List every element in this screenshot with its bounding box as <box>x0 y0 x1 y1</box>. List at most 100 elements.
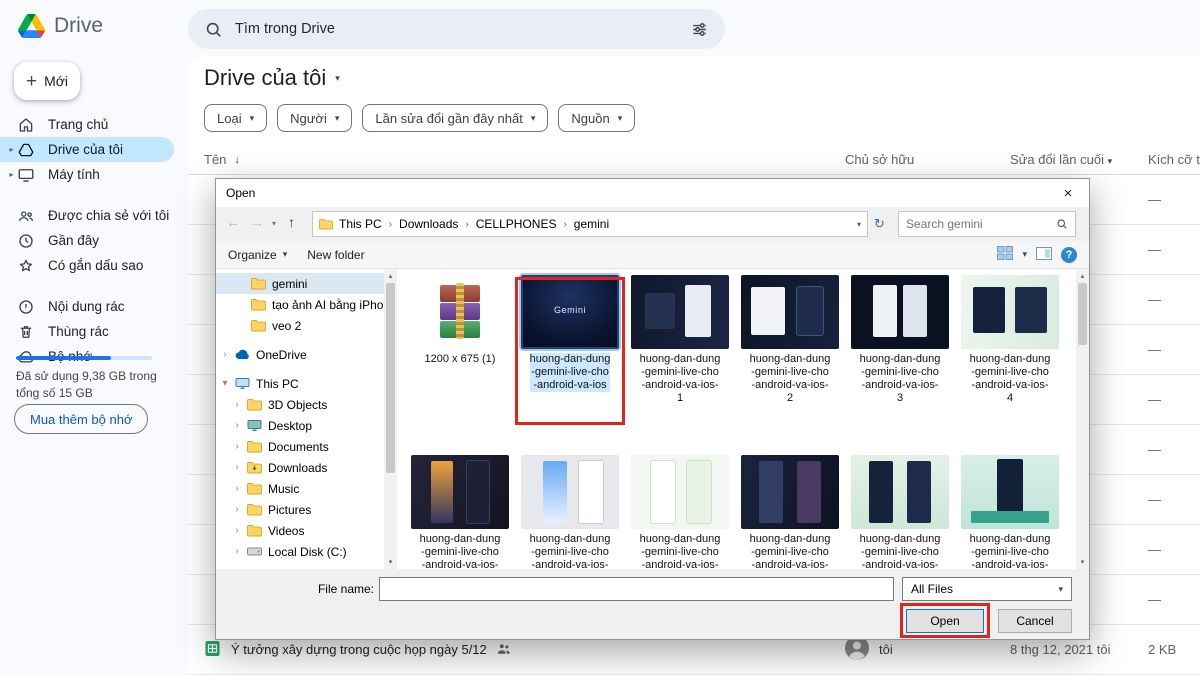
open-button[interactable]: Open <box>906 609 984 633</box>
folder-icon <box>251 298 267 311</box>
scrollbar-thumb[interactable] <box>1078 283 1087 345</box>
column-name[interactable]: Tên ↓ <box>204 152 845 167</box>
chevron-icon[interactable]: › <box>232 399 242 410</box>
screen: Drive Tìm trong Drive + Mới Trang chủ▸Dr… <box>0 0 1200 675</box>
sidebar-item-recent[interactable]: Gần đây <box>0 228 174 253</box>
help-icon[interactable]: ? <box>1061 247 1077 263</box>
tree-item[interactable]: tạo ảnh AI bằng iPhone <box>216 294 384 315</box>
thumbnails-view-icon[interactable] <box>997 246 1013 263</box>
file-item[interactable]: huong-dan-dung -gemini-live-cho -android… <box>625 269 735 449</box>
scroll-down-icon[interactable]: ▾ <box>1076 558 1089 566</box>
file-item[interactable]: huong-dan-dung -gemini-live-cho -android… <box>735 449 845 569</box>
column-size[interactable]: Kích cỡ tệp <box>1148 152 1200 167</box>
filter-chip[interactable]: Loại▾ <box>204 104 267 132</box>
column-owner[interactable]: Chủ sở hữu <box>845 152 1010 167</box>
back-icon[interactable]: ← <box>226 214 240 230</box>
tree-item[interactable]: ›OneDrive <box>216 344 384 365</box>
sidebar-item-starred[interactable]: Có gắn dấu sao <box>0 253 174 278</box>
tune-filters-icon[interactable] <box>690 20 709 39</box>
tree-item[interactable]: ›Videos <box>216 520 384 541</box>
file-item[interactable]: 1200 x 675 (1) <box>405 269 515 449</box>
sidebar-item-spam[interactable]: Nội dung rác <box>0 294 174 319</box>
drive-search-bar[interactable]: Tìm trong Drive <box>188 9 725 49</box>
storage-progress <box>16 356 152 360</box>
tree-item[interactable]: ▾This PC <box>216 373 384 394</box>
chevron-icon[interactable]: › <box>232 441 242 452</box>
breadcrumb-item[interactable]: gemini <box>574 217 609 231</box>
close-icon[interactable]: × <box>1047 179 1089 207</box>
scroll-up-icon[interactable]: ▴ <box>1076 272 1089 280</box>
drive-topbar: Drive Tìm trong Drive <box>0 0 1200 56</box>
file-item[interactable]: huong-dan-dung -gemini-live-cho -android… <box>955 269 1065 449</box>
plus-icon: + <box>26 72 37 91</box>
chevron-icon[interactable]: › <box>232 420 242 431</box>
file-item[interactable]: huong-dan-dung -gemini-live-cho -android… <box>735 269 845 449</box>
view-dropdown-icon[interactable]: ▾ <box>1022 249 1027 260</box>
file-item[interactable]: huong-dan-dung -gemini-live-cho -android… <box>515 449 625 569</box>
size-cell: — <box>1148 442 1200 457</box>
tree-item[interactable]: gemini <box>216 273 384 294</box>
refresh-icon[interactable]: ↻ <box>874 216 885 232</box>
sidebar-item-label: Thùng rác <box>48 324 109 339</box>
breadcrumb-item[interactable]: CELLPHONES <box>476 217 557 231</box>
file-type-select[interactable]: All Files ▾ <box>902 577 1072 601</box>
tree-item[interactable]: ›Desktop <box>216 415 384 436</box>
tree-item[interactable]: ›Local Disk (C:) <box>216 541 384 562</box>
tree-item[interactable]: veo 2 <box>216 315 384 336</box>
chevron-icon[interactable]: › <box>232 525 242 536</box>
filter-chip[interactable]: Người▾ <box>277 104 352 132</box>
organize-button[interactable]: Organize▾ <box>228 248 287 262</box>
cancel-button[interactable]: Cancel <box>998 609 1072 633</box>
column-modified[interactable]: Sửa đổi lần cuối ▾ <box>1010 152 1148 167</box>
sidebar-item-home[interactable]: Trang chủ <box>0 112 174 137</box>
dialog-search-box[interactable]: Search gemini <box>898 211 1076 237</box>
tree-item[interactable]: ›Documents <box>216 436 384 457</box>
file-name-input[interactable] <box>379 577 894 601</box>
address-bar[interactable]: This PC›Downloads›CELLPHONES›gemini ▾ <box>312 211 868 237</box>
drive-logo[interactable]: Drive <box>18 14 103 38</box>
tree-item[interactable]: ›3D Objects <box>216 394 384 415</box>
sidebar-item-computers[interactable]: ▸Máy tính <box>0 162 174 187</box>
new-folder-button[interactable]: New folder <box>307 248 364 262</box>
buy-storage-button[interactable]: Mua thêm bộ nhớ <box>14 404 148 434</box>
tree-item-label: Downloads <box>268 461 327 475</box>
preview-pane-icon[interactable] <box>1036 247 1052 263</box>
chevron-icon[interactable]: ▾ <box>220 378 230 389</box>
sidebar-item-trash[interactable]: Thùng rác <box>0 319 174 344</box>
file-item[interactable]: huong-dan-dung -gemini-live-cho -android… <box>625 449 735 569</box>
tree-item[interactable]: ›Music <box>216 478 384 499</box>
up-icon[interactable]: ↑ <box>288 214 295 230</box>
address-dropdown-icon[interactable]: ▾ <box>857 220 861 229</box>
chevron-icon[interactable]: › <box>232 504 242 515</box>
forward-icon[interactable]: → <box>250 214 264 230</box>
filter-chip[interactable]: Nguồn▾ <box>558 104 635 132</box>
file-item[interactable]: huong-dan-dung -gemini-live-cho -android… <box>845 449 955 569</box>
breadcrumb-item[interactable]: Downloads <box>399 217 458 231</box>
new-button[interactable]: + Mới <box>14 62 80 100</box>
dialog-titlebar[interactable]: Open × <box>216 179 1089 207</box>
size-cell: — <box>1148 242 1200 257</box>
scrollbar-thumb[interactable] <box>386 283 395 473</box>
file-item[interactable]: huong-dan-dung -gemini-live-cho -android… <box>405 449 515 569</box>
sidebar-item-shared[interactable]: Được chia sẻ với tôi <box>0 203 174 228</box>
file-grid: 1200 x 675 (1)Geminihuong-dan-dung -gemi… <box>405 269 1076 569</box>
file-label: huong-dan-dung -gemini-live-cho -android… <box>750 533 831 569</box>
files-scrollbar[interactable]: ▴ ▾ <box>1076 269 1089 569</box>
page-title[interactable]: Drive của tôi ▾ <box>204 65 340 91</box>
file-item[interactable]: huong-dan-dung -gemini-live-cho -android… <box>955 449 1065 569</box>
chevron-icon[interactable]: › <box>232 462 242 473</box>
breadcrumb-item[interactable]: This PC <box>339 217 382 231</box>
sidebar-item-my-drive[interactable]: ▸Drive của tôi <box>0 137 174 162</box>
tree-item[interactable]: › Downloads <box>216 457 384 478</box>
file-item[interactable]: Geminihuong-dan-dung -gemini-live-cho -a… <box>515 269 625 449</box>
scroll-down-icon[interactable]: ▾ <box>384 558 397 566</box>
chevron-icon[interactable]: › <box>232 483 242 494</box>
tree-scrollbar[interactable]: ▴ ▾ <box>384 269 397 569</box>
history-dropdown-icon[interactable]: ▾ <box>272 219 276 228</box>
chevron-icon[interactable]: › <box>220 349 230 360</box>
chevron-icon[interactable]: › <box>232 546 242 557</box>
filter-chip[interactable]: Lần sửa đổi gần đây nhất▾ <box>362 104 548 132</box>
tree-item[interactable]: ›Pictures <box>216 499 384 520</box>
file-item[interactable]: huong-dan-dung -gemini-live-cho -android… <box>845 269 955 449</box>
scroll-up-icon[interactable]: ▴ <box>384 272 397 280</box>
